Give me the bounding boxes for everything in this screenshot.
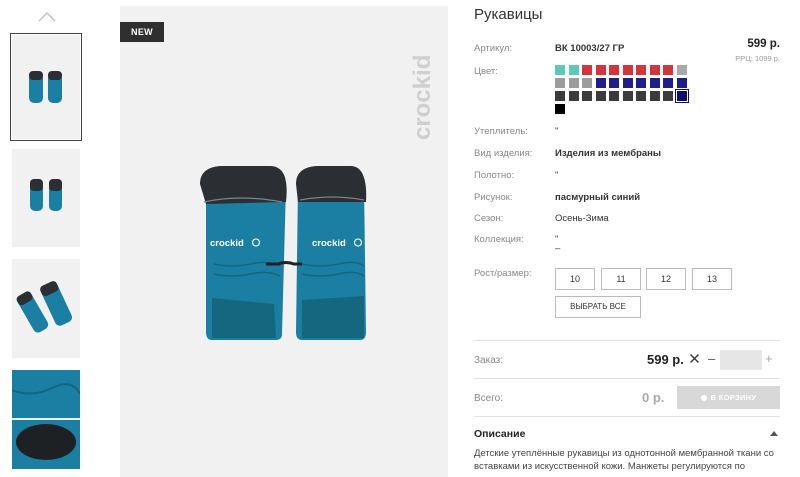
add-to-cart-button[interactable]: В КОРЗИНУ (677, 386, 780, 409)
color-swatch[interactable] (636, 78, 646, 88)
product-price: 599 р. (747, 38, 780, 50)
cart-icon (700, 395, 707, 402)
quantity-input[interactable] (720, 350, 762, 370)
color-swatch[interactable] (649, 91, 660, 101)
color-swatch[interactable] (595, 78, 606, 88)
main-product-image[interactable]: NEW crockid crockid crockid (120, 6, 448, 477)
size-label: Рост/размер: (474, 268, 532, 279)
increment-button[interactable]: + (765, 351, 773, 366)
total-label: Всего: (474, 393, 503, 404)
thumbnail-column (0, 0, 95, 477)
thumb-front-pair-image (29, 71, 62, 103)
product-info: Рукавицы Артикул: ВК 10003/27 ГР 599 р. … (474, 0, 780, 477)
attribute-label: Сезон: (474, 213, 504, 224)
color-swatch[interactable] (568, 91, 579, 101)
thumbnail-4[interactable] (12, 370, 80, 469)
color-swatch[interactable] (676, 78, 687, 88)
svg-text:crockid: crockid (312, 238, 346, 249)
color-swatch-selected[interactable] (674, 89, 689, 103)
color-swatch[interactable] (582, 65, 592, 75)
attribute-value: " (555, 126, 559, 137)
color-swatch[interactable] (636, 91, 646, 101)
color-swatch[interactable] (555, 78, 565, 88)
attribute-value-secondary: – (555, 243, 561, 254)
color-swatch[interactable] (622, 78, 633, 88)
divider (474, 416, 780, 417)
description-text: Детские утеплённые рукавицы из однотонно… (474, 448, 774, 472)
color-swatch[interactable] (555, 104, 565, 114)
thumbnail-3[interactable] (12, 259, 80, 358)
color-swatch[interactable] (568, 78, 579, 88)
select-all-button[interactable]: ВЫБРАТЬ ВСЕ (555, 296, 641, 318)
decrement-button[interactable]: – (708, 351, 715, 366)
color-swatch[interactable] (609, 65, 619, 75)
color-label: Цвет: (474, 66, 498, 77)
total-value: 0 р. (642, 390, 665, 405)
attribute-value: Изделия из мембраны (555, 148, 662, 159)
color-swatch[interactable] (663, 65, 673, 75)
color-swatch[interactable] (663, 78, 673, 88)
svg-text:crockid: crockid (210, 238, 244, 249)
attribute-label: Полотно: (474, 170, 515, 181)
color-swatch[interactable] (663, 91, 673, 101)
color-swatch[interactable] (595, 65, 606, 75)
thumb-back-pair-image (30, 179, 62, 211)
color-swatch[interactable] (649, 78, 660, 88)
color-swatch[interactable] (609, 78, 619, 88)
size-button-13[interactable]: 13 (692, 268, 732, 290)
thumb-closeup-image (12, 370, 80, 469)
color-swatch[interactable] (676, 65, 687, 75)
color-swatch[interactable] (568, 65, 579, 75)
thumbnail-1[interactable] (10, 33, 82, 141)
color-swatch[interactable] (582, 78, 592, 88)
order-label: Заказ: (474, 355, 504, 366)
color-swatch[interactable] (555, 91, 565, 101)
description-title[interactable]: Описание (474, 428, 525, 440)
size-button-12[interactable]: 12 (646, 268, 686, 290)
attribute-label: Вид изделия: (474, 148, 533, 159)
product-title: Рукавицы (474, 6, 543, 23)
rrc-price: РРЦ: 1099 р. (735, 54, 780, 63)
chevron-up-icon[interactable] (770, 430, 778, 436)
color-swatch[interactable] (622, 91, 633, 101)
size-button-11[interactable]: 11 (601, 268, 641, 290)
article-label: Артикул: (474, 43, 513, 54)
order-price: 599 р. (647, 352, 684, 367)
thumbnail-2[interactable] (12, 149, 80, 247)
thumb-angled-image (16, 281, 73, 333)
chevron-up-icon[interactable] (37, 10, 57, 24)
attribute-label: Рисунок: (474, 192, 513, 203)
divider (474, 378, 780, 379)
color-swatch[interactable] (649, 65, 660, 75)
mittens-illustration: crockid crockid (200, 166, 367, 340)
color-swatch[interactable] (582, 91, 592, 101)
attribute-value: " (555, 170, 559, 181)
divider (474, 340, 780, 341)
color-swatch[interactable] (636, 65, 646, 75)
color-swatch[interactable] (622, 65, 633, 75)
color-swatch[interactable] (595, 91, 606, 101)
attribute-value: Осень-Зима (555, 213, 609, 224)
size-button-10[interactable]: 10 (555, 268, 595, 290)
attribute-label: Утеплитель: (474, 126, 528, 137)
add-to-cart-label: В КОРЗИНУ (710, 393, 757, 402)
color-swatch[interactable] (609, 91, 619, 101)
attribute-label: Коллекция: (474, 234, 524, 245)
color-swatch[interactable] (555, 65, 565, 75)
attribute-value: пасмурный синий (555, 192, 641, 203)
article-value: ВК 10003/27 ГР (555, 43, 625, 54)
close-icon[interactable] (689, 353, 700, 364)
